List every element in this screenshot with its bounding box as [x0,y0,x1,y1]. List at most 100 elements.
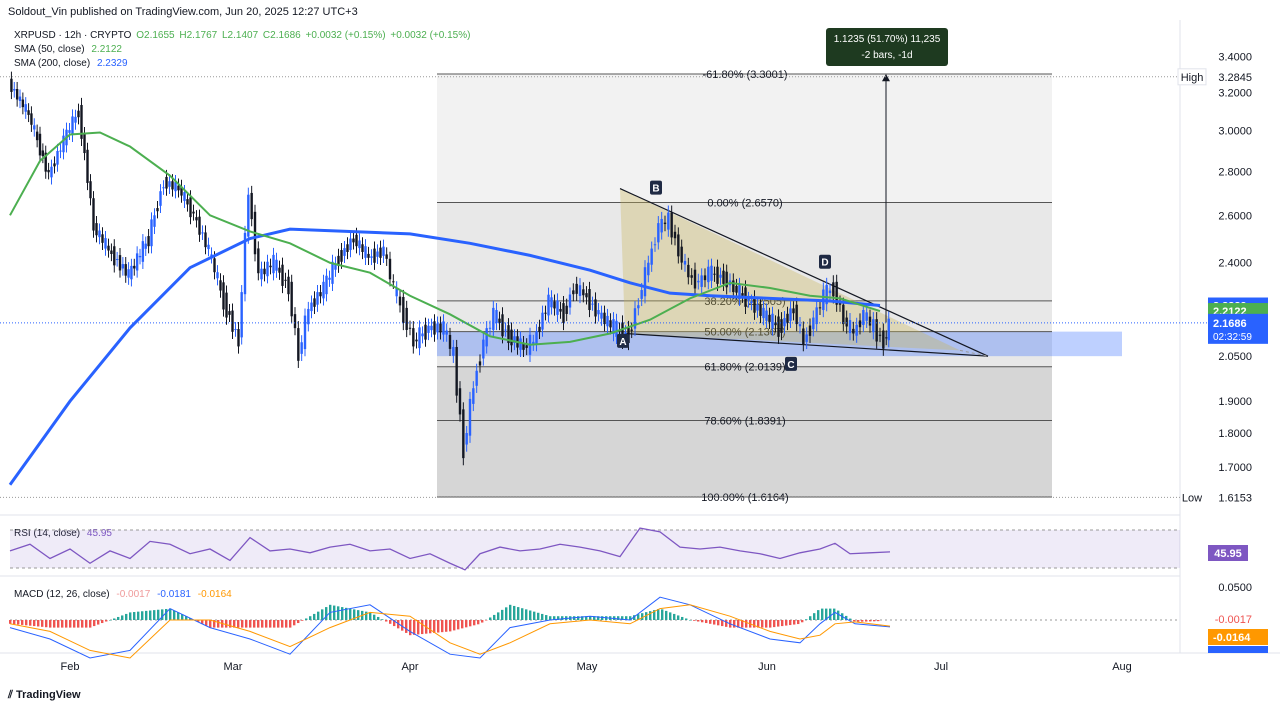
candle-body [753,297,756,313]
candle-body [812,317,815,330]
macd-histogram-bar [129,612,132,620]
macd-histogram-bar [293,620,296,626]
macd-histogram-bar [321,609,324,620]
candle-body [219,280,222,291]
candle-body [124,264,127,276]
candle-body [290,281,293,317]
candle-body [762,307,765,319]
candle-body [597,310,600,315]
candle-body [582,289,585,296]
candle-body [637,305,640,309]
candle-body [710,265,713,281]
price-axis-tick: 2.0500 [1218,351,1252,363]
candle-body [373,248,376,263]
fib-label: 61.80% (2.0139) [704,362,785,374]
macd-histogram-bar [529,610,532,620]
candle-body [609,320,612,328]
candle-body [201,232,204,234]
candle-body [421,333,424,337]
pattern-point-label: D [821,258,828,269]
macd-histogram-bar [521,608,524,620]
macd-histogram-bar [177,612,180,620]
candle-body [703,275,707,281]
macd-histogram-bar [133,612,136,620]
macd-histogram-bar [773,620,776,628]
candle-body [237,329,240,347]
macd-histogram-bar [9,620,12,624]
candle-body [865,312,868,321]
macd-histogram-bar [297,620,300,624]
candle-body [433,321,436,335]
candle-body [887,318,890,341]
macd-histogram-bar [381,619,384,620]
candle-body [47,169,50,173]
candle-body [747,298,750,301]
macd-histogram-bar [269,620,272,628]
candle-body [882,330,885,349]
candle-body [808,325,812,336]
macd-histogram-bar [157,609,160,620]
candle-body [250,192,253,220]
macd-histogram-bar [145,610,148,620]
tradingview-brand[interactable]: ⫽ TradingView [8,689,81,702]
candle-body [878,334,882,336]
candle-body [594,299,597,317]
macd-histogram-bar [93,620,96,627]
macd-histogram-bar [853,620,856,622]
candle-body [485,328,488,347]
macd-histogram-bar [601,616,604,620]
candle-body [192,211,195,214]
candle-body [472,388,475,404]
candle-body [24,104,27,112]
time-axis-label: May [577,661,598,673]
candle-body [41,150,45,156]
macd-histogram-bar [357,610,360,620]
macd-histogram-bar [733,620,736,628]
candle-body [325,275,328,295]
candle-body [488,327,492,329]
candle-body [848,320,852,334]
candle-body [13,89,16,91]
macd-histogram-bar [365,611,368,620]
macd-histogram-bar [89,620,92,628]
candle-body [690,275,693,278]
macd-histogram-bar [697,620,700,622]
macd-histogram-bar [81,620,84,628]
candle-body [501,314,504,337]
time-axis-label: Jun [758,661,776,673]
macd-histogram-bar [73,620,76,628]
candle-body [510,329,513,346]
candle-body [553,301,556,309]
candle-body [300,342,303,354]
candle-body [415,339,418,342]
candle-body [392,281,395,283]
macd-histogram-bar [485,620,488,621]
macd-histogram-bar [489,617,492,620]
candle-body [585,293,588,298]
candle-body [535,331,538,345]
candle-body [402,296,405,323]
candle-body [556,300,559,315]
rsi-band [10,530,1180,568]
macd-histogram-bar [253,620,256,628]
price-chart[interactable]: -61.80% (3.3001)0.00% (2.6570)38.20% (2.… [0,0,1280,711]
candle-body [10,78,13,92]
macd-histogram-bar [473,620,476,626]
candle-body [310,302,313,312]
candle-body [693,269,697,289]
candle-body [783,318,786,327]
candle-body [388,258,392,280]
candle-body [828,290,832,294]
candle-body [855,324,858,336]
candle-body [189,197,192,218]
macd-histogram-bar [705,620,708,624]
macd-histogram-bar [45,620,48,628]
macd-histogram-bar [237,620,240,628]
macd-histogram-bar [325,607,328,620]
candle-body [74,116,77,123]
candle-body [68,130,71,133]
candle-body [547,294,550,316]
macd-histogram-bar [445,620,448,632]
candle-body [430,325,433,331]
candle-body [156,208,159,212]
